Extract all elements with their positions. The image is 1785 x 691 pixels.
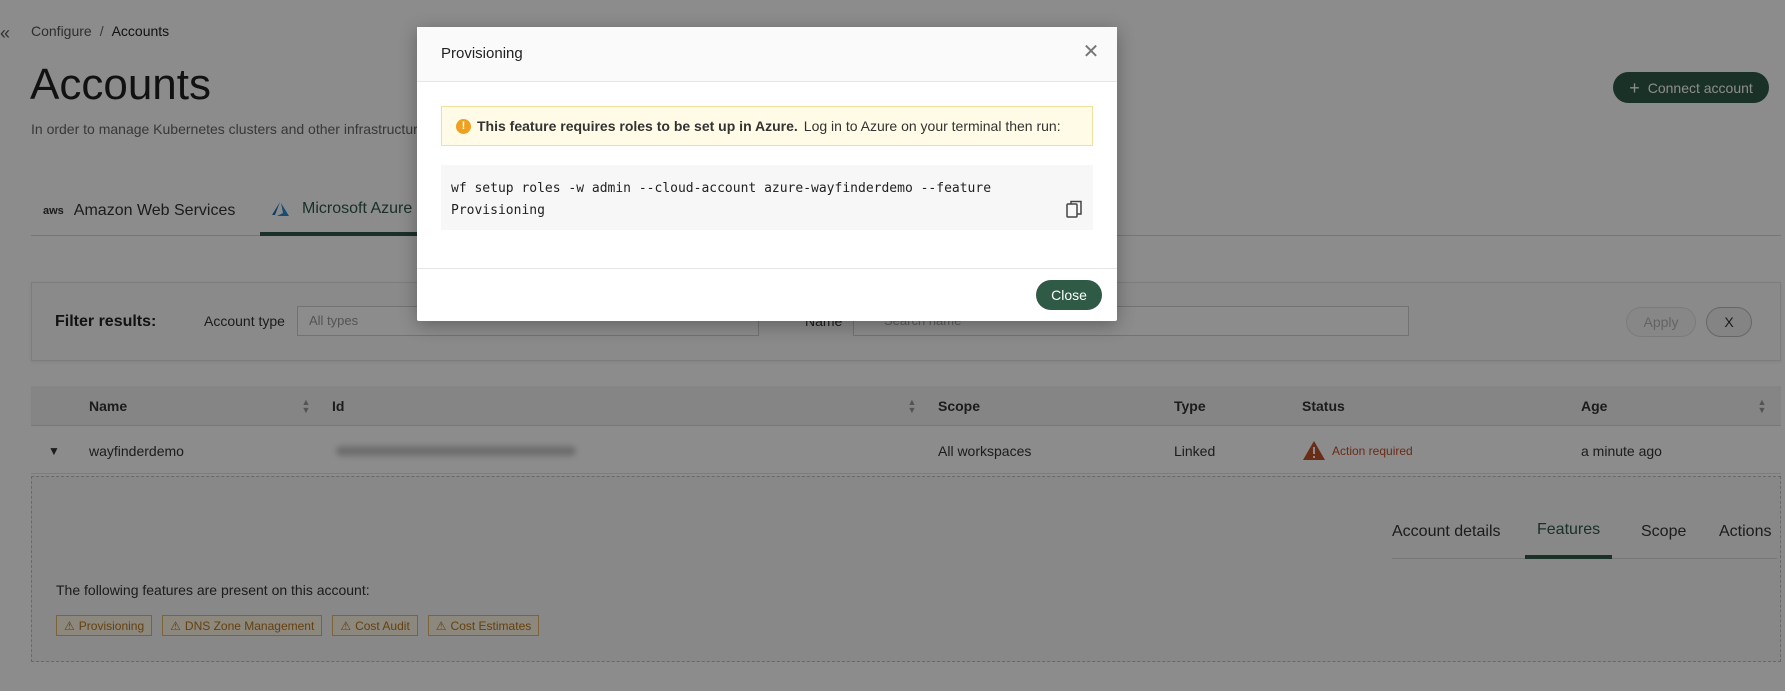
alert-bold-text: This feature requires roles to be set up… [477, 118, 798, 134]
dialog-header: Provisioning ✕ [417, 27, 1117, 82]
alert-text: Log in to Azure on your terminal then ru… [803, 118, 1061, 134]
provisioning-dialog: Provisioning ✕ ! This feature requires r… [417, 27, 1117, 321]
copy-icon[interactable] [1066, 200, 1082, 218]
exclamation-icon: ! [456, 118, 471, 134]
close-button[interactable]: Close [1036, 280, 1102, 310]
command-code[interactable]: wf setup roles -w admin --cloud-account … [441, 165, 1093, 230]
roles-alert: ! This feature requires roles to be set … [441, 106, 1093, 146]
close-icon[interactable]: ✕ [1081, 42, 1101, 62]
dialog-title: Provisioning [441, 45, 523, 62]
dialog-footer [417, 268, 1117, 321]
